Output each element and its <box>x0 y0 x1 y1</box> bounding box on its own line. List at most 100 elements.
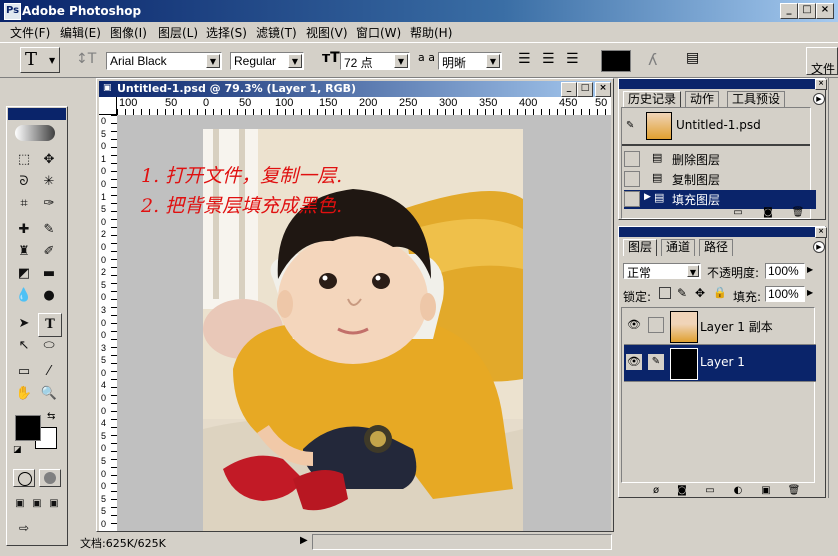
fill-slider-arrow-icon[interactable]: ▶ <box>807 288 813 297</box>
tab-actions[interactable]: 动作 <box>685 91 720 108</box>
zoom-tool-icon[interactable]: 🔍 <box>38 383 60 405</box>
font-family-select[interactable]: Arial Black ▼ <box>106 52 222 70</box>
history-brush-tool-icon[interactable]: ✐ <box>38 241 60 263</box>
align-right-icon[interactable]: ☰ <box>566 51 579 67</box>
blend-mode-select[interactable]: 正常 ▼ <box>623 263 701 280</box>
new-snapshot-icon[interactable]: ◙ <box>761 207 775 219</box>
hand-tool-icon[interactable]: ✋ <box>13 383 35 405</box>
close-button[interactable]: × <box>816 3 834 19</box>
menu-edit[interactable]: 编辑(E) <box>60 24 101 41</box>
swap-colors-icon[interactable]: ⇆ <box>47 411 55 422</box>
marquee-tool-icon[interactable]: ⬚ <box>13 149 35 171</box>
magic-wand-tool-icon[interactable]: ✳ <box>38 171 60 193</box>
slice-tool-icon[interactable]: ✑ <box>38 193 60 215</box>
doc-maximize-button[interactable]: □ <box>577 82 593 97</box>
eye-icon[interactable]: 👁 <box>626 354 642 370</box>
layer-row[interactable]: 👁 Layer 1 副本 <box>624 308 816 345</box>
font-size-select[interactable]: 72 点 ▼ <box>340 52 410 70</box>
gradient-tool-icon[interactable]: ▬ <box>38 263 60 285</box>
notes-tool-icon[interactable]: ▭ <box>13 361 35 383</box>
doc-close-button[interactable]: × <box>595 82 611 97</box>
eye-icon[interactable]: 👁 <box>626 317 642 333</box>
lasso-tool-icon[interactable]: ᘐ <box>13 171 35 193</box>
history-snapshot-row[interactable]: ✎ Untitled-1.psd <box>622 108 810 146</box>
crop-tool-icon[interactable]: ⌗ <box>13 193 35 215</box>
default-colors-icon[interactable]: ◪ <box>13 445 22 455</box>
antialias-select[interactable]: 明晰 ▼ <box>438 52 502 70</box>
lock-all-icon[interactable]: 🔒 <box>713 286 727 299</box>
trash-icon[interactable]: 🗑 <box>787 485 801 497</box>
history-source-box[interactable] <box>624 151 640 167</box>
eraser-tool-icon[interactable]: ◩ <box>13 263 35 285</box>
lock-image-icon[interactable]: ✎ <box>677 286 687 300</box>
menu-window[interactable]: 窗口(W) <box>356 24 401 41</box>
tab-paths[interactable]: 路径 <box>699 239 734 256</box>
menu-help[interactable]: 帮助(H) <box>410 24 452 41</box>
text-color-swatch[interactable] <box>601 50 631 72</box>
warp-text-icon[interactable]: ʎ <box>648 50 657 69</box>
new-group-icon[interactable]: ▭ <box>703 485 717 497</box>
history-item[interactable]: ▤ 删除图层 <box>624 150 816 169</box>
panel-menu-icon[interactable]: ▶ <box>813 93 825 105</box>
blur-tool-icon[interactable]: 💧 <box>13 285 35 307</box>
palettes-toggle-icon[interactable]: ▤ <box>686 50 699 66</box>
close-icon[interactable]: × <box>815 227 827 238</box>
history-item[interactable]: ▤ 复制图层 <box>624 170 816 189</box>
history-source-box[interactable] <box>624 171 640 187</box>
fill-input[interactable]: 100% <box>765 286 805 302</box>
new-document-from-state-icon[interactable]: ▭ <box>731 207 745 219</box>
font-style-select[interactable]: Regular ▼ <box>230 52 304 70</box>
lock-transparency-icon[interactable] <box>659 287 671 299</box>
history-source-icon[interactable]: ✎ <box>626 120 642 136</box>
canvas-area[interactable]: 1. 打开文件，复制一层. 2. 把背景层填充成黑色. <box>117 115 611 531</box>
trash-icon[interactable]: 🗑 <box>791 207 805 219</box>
menu-view[interactable]: 视图(V) <box>306 24 348 41</box>
tab-history[interactable]: 历史记录 <box>623 91 682 108</box>
pen-tool-icon[interactable]: ↖ <box>13 335 35 357</box>
new-layer-icon[interactable]: ▣ <box>759 485 773 497</box>
brush-icon[interactable]: ✎ <box>648 354 664 370</box>
shape-tool-icon[interactable]: ⬭ <box>38 335 60 357</box>
align-center-icon[interactable]: ☰ <box>542 51 555 67</box>
menu-layer[interactable]: 图层(L) <box>158 24 198 41</box>
layer-row-selected[interactable]: 👁 ✎ Layer 1 <box>624 345 816 382</box>
file-browser-tab[interactable]: 文件 <box>806 47 838 76</box>
minimize-button[interactable]: _ <box>780 3 798 19</box>
opacity-input[interactable]: 100% <box>765 263 805 279</box>
type-tool-icon[interactable]: T <box>38 313 62 337</box>
close-icon[interactable]: × <box>815 79 827 90</box>
panel-menu-icon[interactable]: ▶ <box>813 241 825 253</box>
menu-file[interactable]: 文件(F) <box>10 24 50 41</box>
menu-image[interactable]: 图像(I) <box>110 24 147 41</box>
path-selection-tool-icon[interactable]: ➤ <box>13 313 35 335</box>
tab-layers[interactable]: 图层 <box>623 239 658 256</box>
tab-tool-presets[interactable]: 工具预设 <box>727 91 786 108</box>
eyedropper-tool-icon[interactable]: ⁄ <box>38 361 60 383</box>
tool-preset-picker[interactable]: T ▼ <box>20 47 60 73</box>
standard-mode-button[interactable] <box>13 469 35 487</box>
layer-mask-icon[interactable]: ◙ <box>675 485 689 497</box>
tab-channels[interactable]: 通道 <box>661 239 696 256</box>
maximize-button[interactable]: □ <box>798 3 816 19</box>
ruler-origin[interactable] <box>99 97 117 115</box>
dodge-tool-icon[interactable]: ● <box>38 285 60 307</box>
move-tool-icon[interactable]: ✥ <box>38 149 60 171</box>
align-left-icon[interactable]: ☰ <box>518 51 531 67</box>
layer-link-box[interactable] <box>648 317 664 333</box>
adobe-online-icon[interactable] <box>11 123 63 145</box>
history-item-selected[interactable]: ▶ ▤ 填充图层 <box>624 190 816 209</box>
doc-minimize-button[interactable]: _ <box>561 82 577 97</box>
screen-mode-full-icon[interactable]: ▣ <box>43 493 65 515</box>
orientation-toggle-icon[interactable]: ↕T <box>76 51 96 67</box>
layer-style-icon[interactable]: ø <box>649 485 663 497</box>
healing-brush-tool-icon[interactable]: ✚ <box>13 219 35 241</box>
menu-select[interactable]: 选择(S) <box>206 24 247 41</box>
quick-mask-button[interactable] <box>39 469 61 487</box>
clone-stamp-tool-icon[interactable]: ♜ <box>13 241 35 263</box>
status-menu-arrow-icon[interactable]: ▶ <box>300 535 308 546</box>
menu-filter[interactable]: 滤镜(T) <box>256 24 297 41</box>
adjustment-layer-icon[interactable]: ◐ <box>731 485 745 497</box>
lock-position-icon[interactable]: ✥ <box>695 286 705 300</box>
foreground-color-swatch[interactable] <box>15 415 41 441</box>
opacity-slider-arrow-icon[interactable]: ▶ <box>807 265 813 274</box>
